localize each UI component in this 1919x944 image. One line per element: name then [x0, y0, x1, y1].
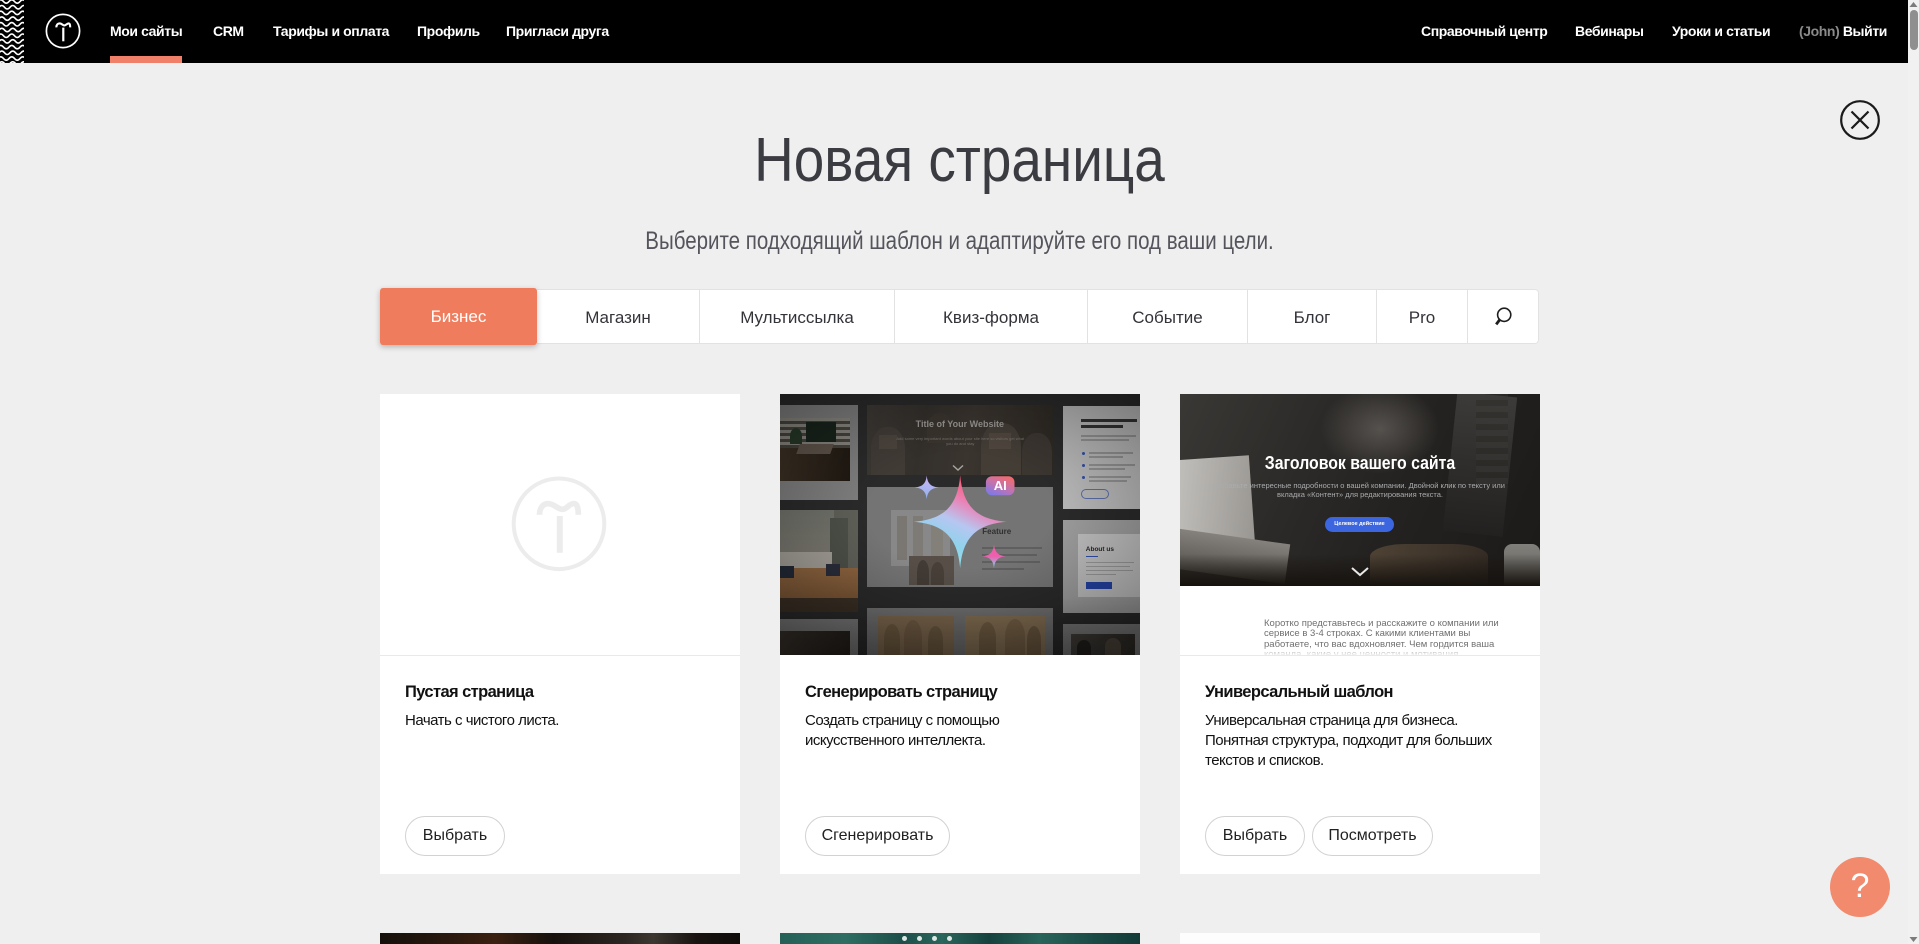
svg-text:AI: AI: [994, 478, 1007, 493]
